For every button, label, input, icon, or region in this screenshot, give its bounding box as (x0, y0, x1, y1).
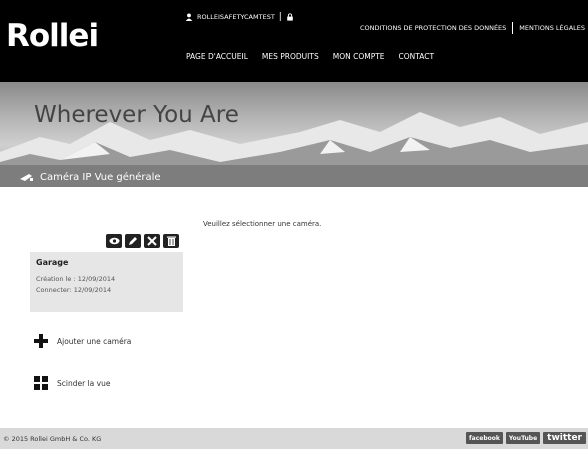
nav-home[interactable]: PAGE D'ACCUEIL (186, 52, 248, 61)
youtube-link[interactable]: YouTube (505, 432, 541, 444)
wrench-icon (147, 236, 157, 246)
twitter-link[interactable]: twitter (543, 432, 586, 444)
camera-connected: Connecter: 12/09/2014 (36, 286, 112, 294)
camera-icon (20, 174, 33, 181)
privacy-link[interactable]: CONDITIONS DE PROTECTION DES DONNÉES (360, 24, 506, 32)
breadcrumb-label: Caméra IP Vue générale (40, 172, 161, 183)
nav-account[interactable]: MON COMPTE (333, 52, 385, 61)
edit-button[interactable] (125, 234, 141, 248)
view-button[interactable] (106, 234, 122, 248)
banner-title: Wherever You Are (34, 102, 239, 128)
divider (512, 22, 514, 34)
breadcrumb-bar: Caméra IP Vue générale (0, 165, 588, 187)
nav-contact[interactable]: CONTACT (399, 52, 435, 61)
separator: | (278, 12, 282, 22)
trash-icon (166, 236, 176, 246)
page: Rollei ROLLEISAFETYCAMTEST | CONDITIONS … (0, 0, 588, 449)
lock-icon[interactable] (286, 13, 294, 21)
delete-button[interactable] (163, 234, 179, 248)
add-camera-button[interactable]: Ajouter une caméra (34, 334, 131, 348)
main-nav: PAGE D'ACCUEIL MES PRODUITS MON COMPTE C… (186, 52, 434, 61)
split-view-label: Scinder la vue (57, 378, 111, 388)
eye-icon (109, 237, 119, 245)
footer: © 2015 Rollei GmbH & Co. KG facebook You… (0, 428, 588, 449)
facebook-link[interactable]: facebook (466, 432, 503, 444)
nav-products[interactable]: MES PRODUITS (262, 52, 319, 61)
user-icon (185, 13, 193, 21)
pencil-icon (129, 237, 137, 245)
username-link[interactable]: ROLLEISAFETYCAMTEST (197, 13, 275, 21)
add-camera-label: Ajouter une caméra (57, 336, 132, 346)
breadcrumb: Caméra IP Vue générale (20, 172, 161, 183)
split-view-button[interactable]: Scinder la vue (34, 376, 110, 390)
rollei-logo[interactable]: Rollei (6, 18, 99, 54)
legal-links: CONDITIONS DE PROTECTION DES DONNÉES MEN… (360, 22, 585, 34)
user-bar: ROLLEISAFETYCAMTEST | (185, 12, 294, 22)
select-camera-message: Veuillez sélectionner une caméra. (203, 220, 322, 228)
copyright: © 2015 Rollei GmbH & Co. KG (3, 435, 102, 443)
camera-tools (106, 234, 179, 248)
camera-name: Garage (36, 258, 69, 267)
camera-created: Création le : 12/09/2014 (36, 275, 116, 283)
settings-button[interactable] (144, 234, 160, 248)
header: Rollei ROLLEISAFETYCAMTEST | CONDITIONS … (0, 0, 588, 82)
imprint-link[interactable]: MENTIONS LÉGALES (519, 24, 585, 32)
banner: Wherever You Are Caméra IP Vue générale (0, 82, 588, 187)
social-links: facebook YouTube twitter (466, 432, 586, 444)
grid-icon (34, 376, 48, 390)
plus-icon (34, 334, 48, 348)
camera-card[interactable]: Garage Création le : 12/09/2014 Connecte… (30, 252, 183, 312)
